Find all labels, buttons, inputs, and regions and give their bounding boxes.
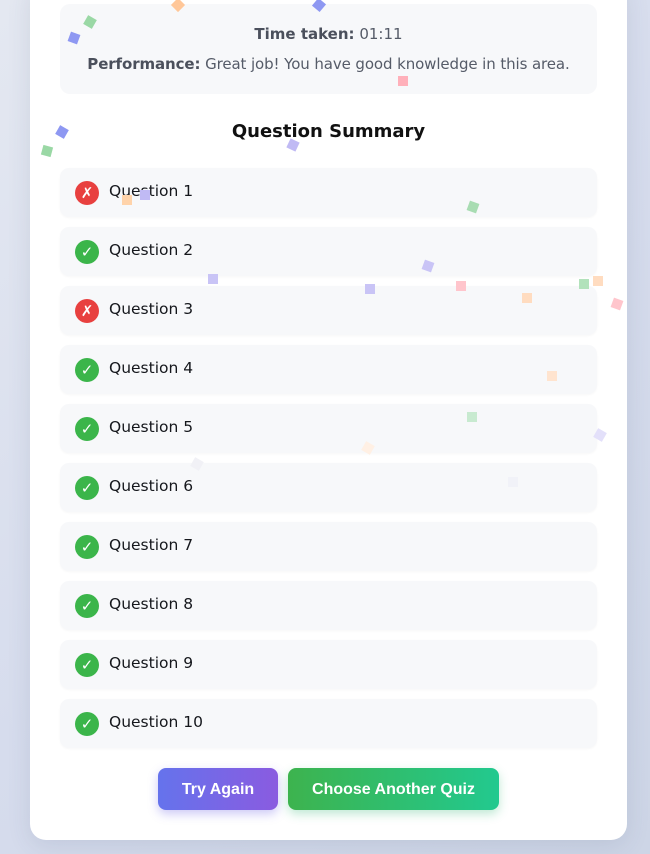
check-icon: ✓ [75,417,99,441]
confetti-piece [579,279,589,289]
question-summary-list: ✗ Question 1 ✓ Question 2 ✗ Question 3 ✓… [60,168,597,758]
question-label: Question 5 [109,418,194,436]
check-icon: ✓ [75,653,99,677]
question-summary-item: ✓ Question 10 [60,699,597,748]
confetti-piece [140,190,150,200]
question-summary-item: ✗ Question 3 [60,286,597,335]
question-label: Question 9 [109,654,194,672]
confetti-piece [398,76,408,86]
question-summary-item: ✓ Question 5 [60,404,597,453]
confetti-piece [365,284,375,294]
confetti-piece [467,412,477,422]
confetti-piece [593,276,603,286]
question-summary-item: ✓ Question 7 [60,522,597,571]
check-icon: ✓ [75,594,99,618]
question-summary-item: ✓ Question 8 [60,581,597,630]
check-icon: ✓ [75,712,99,736]
confetti-piece [456,281,466,291]
question-label: Question 2 [109,241,194,259]
try-again-button[interactable]: Try Again [158,768,278,810]
time-taken-line: Time taken: 01:11 [60,25,597,43]
cross-icon: ✗ [75,181,99,205]
confetti-piece [122,195,132,205]
action-buttons: Try Again Choose Another Quiz [0,768,650,810]
check-icon: ✓ [75,535,99,559]
confetti-piece [547,371,557,381]
performance-value: Great job! You have good knowledge in th… [205,55,570,73]
question-label: Question 7 [109,536,194,554]
question-summary-item: ✓ Question 6 [60,463,597,512]
question-label: Question 10 [109,713,203,731]
confetti-piece [522,293,532,303]
question-summary-item: ✓ Question 4 [60,345,597,394]
performance-line: Performance: Great job! You have good kn… [60,55,597,73]
question-label: Question 4 [109,359,194,377]
time-taken-value: 01:11 [359,25,403,43]
results-stats-box: Time taken: 01:11 Performance: Great job… [60,4,597,94]
question-summary-title: Question Summary [231,121,426,142]
check-icon: ✓ [75,476,99,500]
question-label: Question 6 [109,477,194,495]
question-summary-item: ✓ Question 2 [60,227,597,276]
performance-label: Performance: [87,55,201,73]
question-label: Question 8 [109,595,194,613]
check-icon: ✓ [75,358,99,382]
cross-icon: ✗ [75,299,99,323]
check-icon: ✓ [75,240,99,264]
question-summary-item: ✓ Question 9 [60,640,597,689]
time-taken-label: Time taken: [254,25,355,43]
choose-another-quiz-button[interactable]: Choose Another Quiz [288,768,499,810]
question-label: Question 3 [109,300,194,318]
confetti-piece [508,477,518,487]
confetti-piece [208,274,218,284]
